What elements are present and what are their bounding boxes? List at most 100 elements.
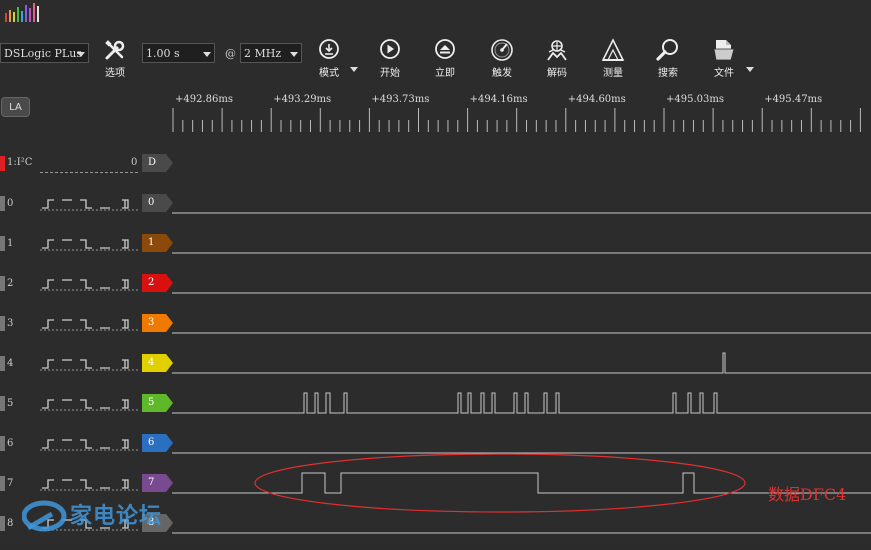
trigger-type-icons[interactable] bbox=[40, 197, 138, 211]
channel-tag-label: 5 bbox=[148, 397, 155, 408]
channel-row-6: 66 bbox=[0, 430, 871, 470]
channel-color-bar[interactable] bbox=[0, 316, 5, 331]
duration-select-value: 1.00 s bbox=[146, 47, 180, 60]
trigger-button[interactable]: 触发 bbox=[479, 38, 525, 79]
trigger-type-icons[interactable] bbox=[40, 277, 138, 291]
channel-number[interactable]: 6 bbox=[7, 438, 13, 449]
gauge-icon bbox=[491, 39, 513, 61]
channel-tag[interactable] bbox=[142, 434, 174, 452]
decode-button[interactable]: 解码 bbox=[534, 38, 580, 79]
chevron-down-icon bbox=[290, 52, 298, 57]
channel-color-bar[interactable] bbox=[0, 476, 5, 491]
decode-label: 解码 bbox=[547, 68, 567, 79]
samplerate-select-value: 2 MHz bbox=[244, 47, 282, 60]
at-sign: @ bbox=[225, 47, 236, 60]
decoder-color-bar[interactable] bbox=[0, 156, 5, 171]
device-select-value: DSLogic PLus bbox=[4, 47, 82, 60]
channel-number[interactable]: 8 bbox=[7, 518, 13, 529]
trigger-type-icons[interactable] bbox=[40, 237, 138, 251]
channel-tag-label: 1 bbox=[148, 237, 155, 248]
channel-tag[interactable] bbox=[142, 194, 174, 212]
channel-number[interactable]: 2 bbox=[7, 278, 13, 289]
search-icon bbox=[656, 39, 678, 61]
search-button[interactable]: 搜索 bbox=[645, 38, 691, 79]
forum-watermark-text: 家电论坛 bbox=[70, 504, 163, 529]
time-label: +493.73ms bbox=[371, 94, 430, 105]
channel-color-bar[interactable] bbox=[0, 196, 5, 211]
channel-color-bar[interactable] bbox=[0, 276, 5, 291]
channel-row-4: 44 bbox=[0, 350, 871, 390]
chevron-down-icon bbox=[203, 52, 211, 57]
time-label: +495.47ms bbox=[764, 94, 823, 105]
channel-row-0: 00 bbox=[0, 190, 871, 230]
trigger-type-icons[interactable] bbox=[40, 397, 138, 411]
file-dropdown-icon[interactable] bbox=[746, 67, 754, 72]
channel-number[interactable]: 0 bbox=[7, 198, 13, 209]
trigger-type-icons[interactable] bbox=[40, 357, 138, 371]
instant-button[interactable]: 立即 bbox=[422, 38, 468, 79]
decoder-value: 0 bbox=[131, 157, 138, 168]
trigger-type-icons[interactable] bbox=[40, 437, 138, 451]
eject-circle-icon bbox=[435, 39, 455, 59]
time-label: +494.60ms bbox=[567, 94, 626, 105]
channel-color-bar[interactable] bbox=[0, 436, 5, 451]
download-circle-icon bbox=[319, 39, 339, 59]
app-logo-icon bbox=[5, 3, 39, 22]
options-button[interactable]: 选项 bbox=[92, 38, 138, 79]
channel-tag[interactable] bbox=[142, 314, 174, 332]
start-label: 开始 bbox=[380, 68, 400, 79]
measure-icon bbox=[601, 38, 625, 61]
channel-tag-label: 2 bbox=[148, 277, 155, 288]
channel-tag-label: 4 bbox=[148, 357, 155, 368]
duration-select[interactable]: 1.00 s bbox=[142, 43, 215, 63]
file-folder-icon bbox=[713, 40, 735, 61]
play-circle-icon bbox=[380, 39, 400, 59]
time-label: +494.16ms bbox=[469, 94, 528, 105]
decoded-data-annotation: 数据DFC4 bbox=[768, 485, 847, 504]
options-label: 选项 bbox=[105, 68, 125, 79]
channel-number[interactable]: 4 bbox=[7, 358, 13, 369]
channel-tag-label: 7 bbox=[148, 477, 155, 488]
channel-number[interactable]: 5 bbox=[7, 398, 13, 409]
channel-tag[interactable] bbox=[142, 234, 174, 252]
channel-number[interactable]: 7 bbox=[7, 478, 13, 489]
samplerate-select[interactable]: 2 MHz bbox=[240, 43, 302, 63]
decode-bug-icon bbox=[547, 40, 567, 61]
channel-color-bar[interactable] bbox=[0, 356, 5, 371]
channel-row-3: 33 bbox=[0, 310, 871, 350]
time-label: +492.86ms bbox=[175, 94, 233, 105]
channel-row-1: 11 bbox=[0, 230, 871, 270]
channel-tag-label: 3 bbox=[148, 317, 155, 328]
channel-tag[interactable] bbox=[142, 474, 174, 492]
mode-dropdown-icon[interactable] bbox=[350, 67, 358, 72]
channel-number[interactable]: 3 bbox=[7, 318, 13, 329]
channel-number[interactable]: 1 bbox=[7, 238, 13, 249]
channel-row-2: 22 bbox=[0, 270, 871, 310]
trigger-label: 触发 bbox=[492, 68, 512, 79]
mode-button[interactable]: 模式 bbox=[306, 38, 352, 79]
channel-tag-label: 6 bbox=[148, 437, 155, 448]
la-mode-button[interactable]: LA bbox=[1, 97, 30, 117]
decoder-dashed-line bbox=[40, 172, 138, 173]
channel-tag-label: 0 bbox=[148, 197, 155, 208]
channel-tag[interactable] bbox=[142, 354, 174, 372]
channel-color-bar[interactable] bbox=[0, 236, 5, 251]
file-button[interactable]: 文件 bbox=[701, 38, 747, 79]
channel-color-bar[interactable] bbox=[0, 516, 5, 531]
search-label: 搜索 bbox=[658, 68, 678, 79]
start-button[interactable]: 开始 bbox=[367, 38, 413, 79]
trigger-type-icons[interactable] bbox=[40, 477, 138, 491]
trigger-type-icons[interactable] bbox=[40, 317, 138, 331]
measure-button[interactable]: 测量 bbox=[590, 38, 636, 79]
dslogic-window: DSLogic PLus 选项 1.00 s @ 2 MHz 模式 开始 立即 … bbox=[0, 0, 871, 545]
instant-label: 立即 bbox=[435, 68, 455, 79]
decoder-tag[interactable] bbox=[142, 154, 174, 172]
channel-tag[interactable] bbox=[142, 394, 174, 412]
decoder-name[interactable]: 1:I²C bbox=[7, 157, 32, 168]
channel-color-bar[interactable] bbox=[0, 396, 5, 411]
device-select[interactable]: DSLogic PLus bbox=[0, 43, 89, 63]
file-label: 文件 bbox=[714, 68, 734, 79]
time-label: +493.29ms bbox=[273, 94, 332, 105]
decoder-tag-label: D bbox=[148, 157, 157, 168]
channel-tag[interactable] bbox=[142, 274, 174, 292]
